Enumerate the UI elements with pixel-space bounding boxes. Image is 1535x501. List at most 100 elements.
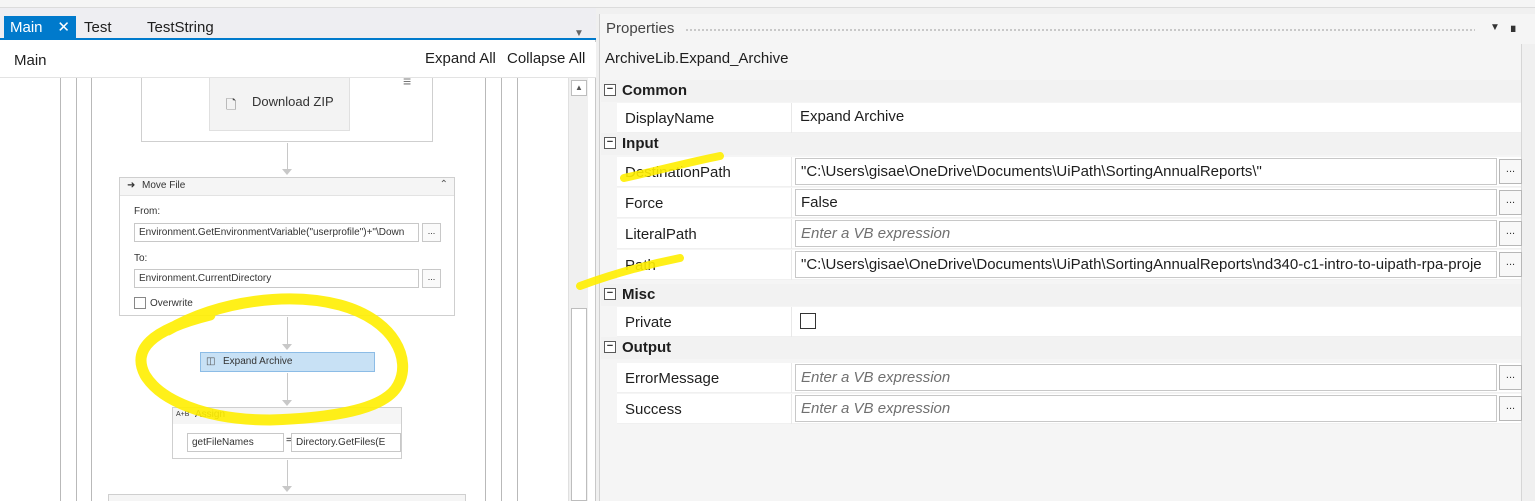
- activity-label: Download ZIP: [252, 94, 334, 109]
- force-ellipsis-button[interactable]: ...: [1499, 190, 1522, 215]
- tab-main[interactable]: Main ✕: [4, 16, 76, 40]
- connector-arrow: [282, 169, 292, 175]
- container-border: [501, 78, 502, 501]
- errormessage-ellipsis-button[interactable]: ...: [1499, 365, 1522, 390]
- properties-title: Properties: [606, 20, 675, 37]
- category-input[interactable]: − Input: [601, 133, 1521, 155]
- assign-value-field[interactable]: Directory.GetFiles(E: [291, 433, 401, 452]
- property-row-destinationpath: DestinationPath "C:\Users\gisae\OneDrive…: [617, 157, 1522, 187]
- displayname-value[interactable]: Expand Archive: [795, 104, 1497, 131]
- connector-arrow: [282, 400, 292, 406]
- from-field[interactable]: Environment.GetEnvironmentVariable("user…: [134, 223, 419, 242]
- scroll-thumb[interactable]: [571, 308, 587, 501]
- property-name: DestinationPath: [625, 164, 731, 181]
- to-ellipsis-button[interactable]: ...: [422, 269, 441, 288]
- overwrite-checkbox[interactable]: [134, 297, 146, 309]
- property-grid: − Common DisplayName Expand Archive − In…: [601, 80, 1522, 501]
- activity-title: Assign: [195, 409, 226, 420]
- destinationpath-field[interactable]: "C:\Users\gisae\OneDrive\Documents\UiPat…: [795, 158, 1497, 185]
- collapse-icon[interactable]: −: [604, 288, 616, 300]
- activity-header[interactable]: ➜ Move File ⌃: [120, 178, 454, 196]
- property-name: DisplayName: [625, 110, 715, 127]
- category-common[interactable]: − Common: [601, 80, 1521, 102]
- property-row-success: Success Enter a VB expression ...: [617, 394, 1522, 424]
- success-field[interactable]: Enter a VB expression: [795, 395, 1497, 422]
- download-zip-activity[interactable]: 🗋 Download ZIP: [209, 78, 350, 131]
- collapse-all-button[interactable]: Collapse All: [507, 50, 585, 67]
- category-output[interactable]: − Output: [601, 337, 1521, 359]
- connector-line: [287, 317, 288, 345]
- force-field[interactable]: False: [795, 189, 1497, 216]
- dropdown-icon[interactable]: ▼: [1490, 22, 1500, 33]
- activity-label: Expand Archive: [223, 356, 293, 367]
- literalpath-ellipsis-button[interactable]: ...: [1499, 221, 1522, 246]
- assign-to-field[interactable]: getFileNames: [187, 433, 284, 452]
- container-border: [91, 78, 92, 501]
- panel-grip[interactable]: [685, 28, 1475, 32]
- property-row-errormessage: ErrorMessage Enter a VB expression ...: [617, 363, 1522, 393]
- assign-icon: A+B: [176, 411, 190, 418]
- connector-line: [287, 373, 288, 401]
- destinationpath-ellipsis-button[interactable]: ...: [1499, 159, 1522, 184]
- container-border: [60, 78, 61, 501]
- property-row-force: Force False ...: [617, 188, 1522, 218]
- property-row-path: Path "C:\Users\gisae\OneDrive\Documents\…: [617, 250, 1522, 280]
- property-row-literalpath: LiteralPath Enter a VB expression ...: [617, 219, 1522, 249]
- property-name: Force: [625, 195, 664, 212]
- column-separator: [791, 363, 792, 393]
- workflow-canvas[interactable]: 🗋 Download ZIP ≡ ➜ Move File ⌃ From: Env…: [8, 78, 568, 501]
- category-label: Input: [622, 135, 659, 152]
- download-sequence-box[interactable]: 🗋 Download ZIP ≡: [141, 78, 433, 142]
- collapse-icon[interactable]: −: [604, 84, 616, 96]
- path-field[interactable]: "C:\Users\gisae\OneDrive\Documents\UiPat…: [795, 251, 1497, 278]
- tab-test[interactable]: Test: [84, 16, 112, 40]
- path-ellipsis-button[interactable]: ...: [1499, 252, 1522, 277]
- properties-scroll-gutter: [1521, 44, 1535, 501]
- property-name: LiteralPath: [625, 226, 697, 243]
- collapse-icon[interactable]: −: [604, 137, 616, 149]
- breadcrumb[interactable]: Main: [14, 52, 47, 69]
- window-top-strip: [0, 0, 1535, 8]
- column-separator: [791, 219, 792, 249]
- column-separator: [791, 394, 792, 424]
- from-label: From:: [134, 206, 161, 217]
- literalpath-field[interactable]: Enter a VB expression: [795, 220, 1497, 247]
- private-checkbox[interactable]: [800, 313, 816, 329]
- collapse-icon[interactable]: ⌃: [440, 179, 448, 190]
- close-icon[interactable]: ✕: [57, 16, 70, 40]
- activity-header[interactable]: A+B Assign: [173, 408, 401, 424]
- success-ellipsis-button[interactable]: ...: [1499, 396, 1522, 421]
- tab-teststring[interactable]: TestString: [147, 16, 214, 40]
- column-separator: [791, 157, 792, 187]
- container-border: [517, 78, 518, 501]
- collapse-icon[interactable]: −: [604, 341, 616, 353]
- document-tab-bar: Main ✕ Test TestString ▼: [0, 8, 596, 40]
- pin-icon[interactable]: ∎: [1509, 20, 1517, 36]
- connector-line: [287, 460, 288, 488]
- to-label: To:: [134, 253, 148, 264]
- expand-all-button[interactable]: Expand All: [425, 50, 496, 67]
- expand-archive-activity[interactable]: ◫ Expand Archive: [200, 352, 375, 372]
- property-row-displayname: DisplayName Expand Archive: [617, 103, 1521, 133]
- for-each-activity[interactable]: [108, 494, 466, 501]
- category-misc[interactable]: − Misc: [601, 284, 1521, 306]
- move-file-activity[interactable]: ➜ Move File ⌃ From: Environment.GetEnvir…: [119, 177, 455, 316]
- from-ellipsis-button[interactable]: ...: [422, 223, 441, 242]
- activity-title: Move File: [142, 180, 186, 191]
- designer-header: Main Expand All Collapse All: [0, 42, 596, 78]
- column-separator: [791, 307, 792, 337]
- column-separator: [791, 103, 792, 133]
- property-name: Success: [625, 401, 682, 418]
- scroll-up-icon[interactable]: ▲: [571, 80, 587, 96]
- to-field[interactable]: Environment.CurrentDirectory: [134, 269, 419, 288]
- menu-icon[interactable]: ≡: [403, 78, 411, 89]
- connector-line: [287, 143, 288, 169]
- property-name: Private: [625, 314, 672, 331]
- assign-activity[interactable]: A+B Assign getFileNames = Directory.GetF…: [172, 407, 402, 459]
- tab-label: Main: [10, 19, 43, 36]
- archive-icon: ◫: [206, 356, 216, 367]
- container-border: [485, 78, 486, 501]
- activity-type: ArchiveLib.Expand_Archive: [605, 50, 789, 67]
- errormessage-field[interactable]: Enter a VB expression: [795, 364, 1497, 391]
- designer-scrollbar[interactable]: ▲: [568, 78, 588, 501]
